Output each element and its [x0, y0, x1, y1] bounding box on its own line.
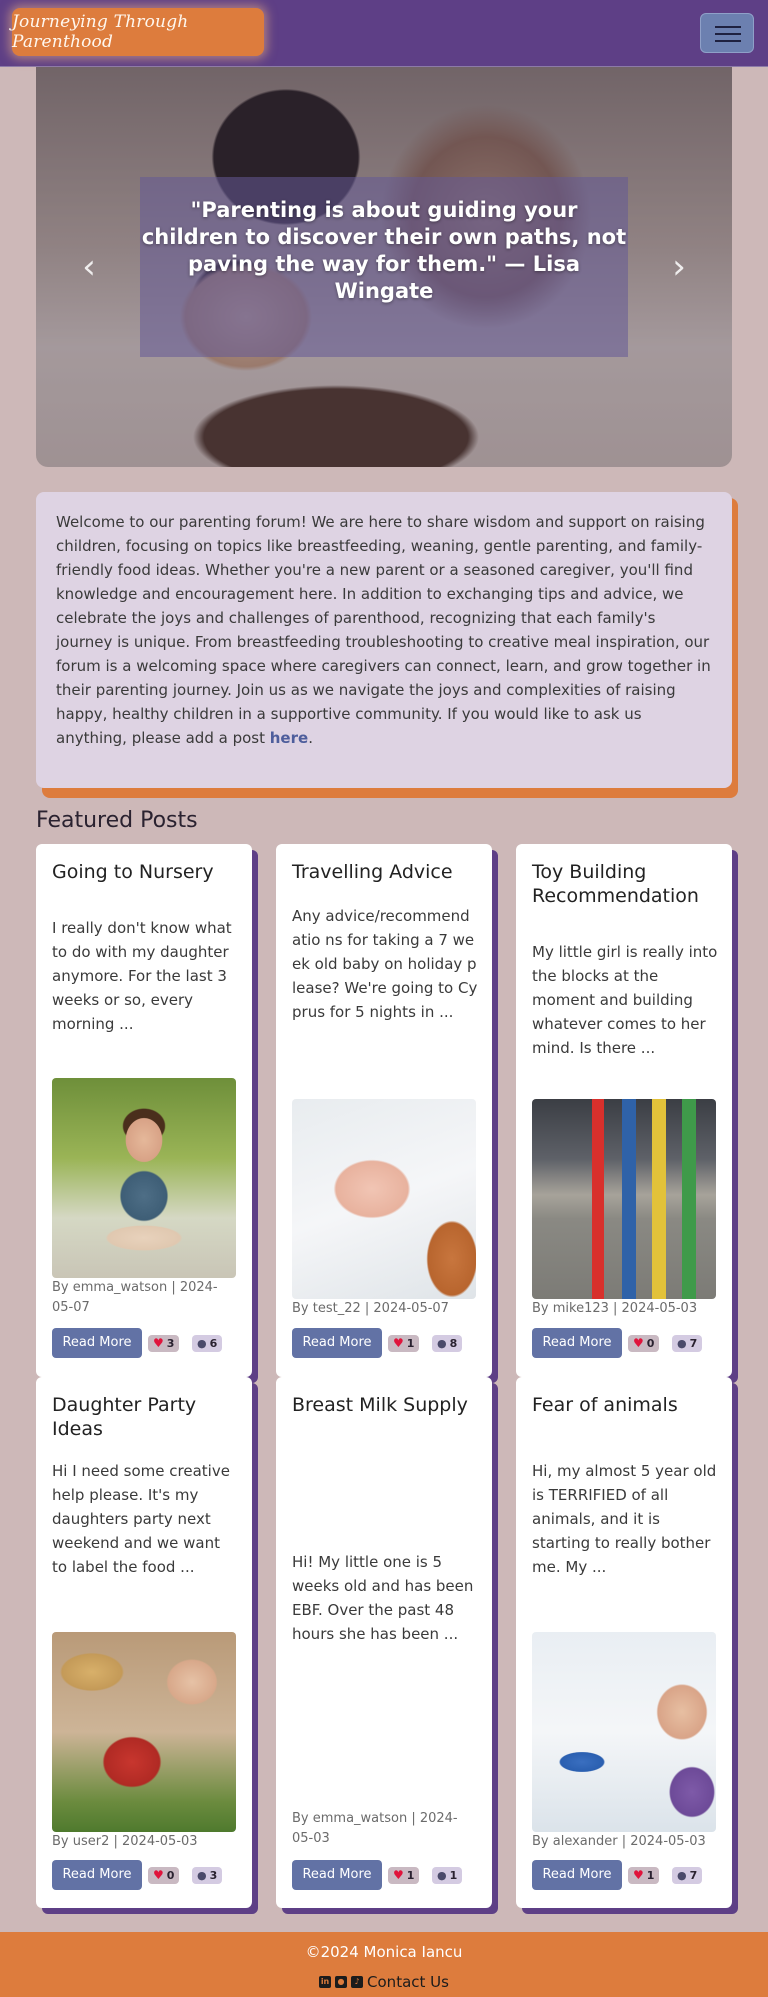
comment-icon: ●	[197, 1337, 207, 1350]
read-more-button[interactable]: Read More	[292, 1328, 382, 1358]
post-title[interactable]: Travelling Advice	[292, 860, 478, 884]
heart-icon: ♥	[393, 1868, 404, 1882]
post-meta: By test_22 | 2024-05-07	[292, 1301, 449, 1316]
add-post-link[interactable]: here	[270, 729, 308, 747]
brand-logo[interactable]: Journeying Through Parenthood	[12, 8, 264, 56]
post-meta: By mike123 | 2024-05-03	[532, 1301, 698, 1316]
welcome-box: Welcome to our parenting forum! We are h…	[36, 492, 732, 788]
likes-badge[interactable]: ♥ 1	[388, 1867, 420, 1884]
post-meta: By emma_watson | 2024-05-07	[52, 1280, 218, 1315]
post-image	[292, 1099, 476, 1299]
heart-icon: ♥	[153, 1336, 164, 1350]
post-meta: By user2 | 2024-05-03	[52, 1834, 198, 1849]
comments-badge[interactable]: ● 3	[192, 1867, 223, 1884]
comment-icon: ●	[677, 1337, 687, 1350]
welcome-end: .	[308, 729, 313, 747]
post-card: Toy Building Recommendation My little gi…	[516, 844, 732, 1377]
post-excerpt: I really don't know what to do with my d…	[52, 919, 232, 1033]
comments-badge[interactable]: ● 8	[432, 1335, 463, 1352]
post-title[interactable]: Breast Milk Supply	[292, 1393, 478, 1417]
post-title[interactable]: Daughter Party Ideas	[52, 1393, 238, 1441]
heart-icon: ♥	[633, 1868, 644, 1882]
footer-links: in ● ♪ Contact Us	[0, 1972, 768, 1992]
post-title[interactable]: Going to Nursery	[52, 860, 238, 884]
likes-badge[interactable]: ♥ 3	[148, 1335, 180, 1352]
chevron-right-icon[interactable]: ›	[664, 247, 694, 287]
post-excerpt: Any advice/recommendatio ns for taking a…	[292, 907, 478, 1021]
post-card: Daughter Party Ideas Hi I need some crea…	[36, 1377, 252, 1908]
read-more-button[interactable]: Read More	[52, 1328, 142, 1358]
likes-badge[interactable]: ♥ 0	[628, 1335, 660, 1352]
post-title[interactable]: Toy Building Recommendation	[532, 860, 718, 908]
post-image	[52, 1078, 236, 1278]
post-excerpt: My little girl is really into the blocks…	[532, 943, 718, 1057]
read-more-button[interactable]: Read More	[532, 1328, 622, 1358]
copyright: ©2024 Monica Iancu	[305, 1943, 463, 1961]
likes-badge[interactable]: ♥ 1	[388, 1335, 420, 1352]
comments-badge[interactable]: ● 1	[432, 1867, 463, 1884]
likes-badge[interactable]: ♥ 1	[628, 1867, 660, 1884]
navbar: Journeying Through Parenthood	[0, 0, 768, 67]
linkedin-icon[interactable]: in	[319, 1976, 332, 1988]
hero-quote: "Parenting is about guiding your childre…	[141, 198, 627, 303]
read-more-button[interactable]: Read More	[292, 1860, 382, 1890]
comments-badge[interactable]: ● 7	[672, 1867, 703, 1884]
comment-icon: ●	[677, 1869, 687, 1882]
post-card: Breast Milk Supply Hi! My little one is …	[276, 1377, 492, 1908]
comment-icon: ●	[197, 1869, 207, 1882]
comments-badge[interactable]: ● 6	[192, 1335, 223, 1352]
post-meta: By alexander | 2024-05-03	[532, 1834, 706, 1849]
read-more-button[interactable]: Read More	[532, 1860, 622, 1890]
post-title[interactable]: Fear of animals	[532, 1393, 718, 1417]
post-meta: By emma_watson | 2024-05-03	[292, 1811, 458, 1846]
footer: ©2024 Monica Iancu in ● ♪ Contact Us	[0, 1932, 768, 1997]
post-image	[532, 1099, 716, 1299]
comment-icon: ●	[437, 1337, 447, 1350]
post-image	[532, 1632, 716, 1832]
contact-us-link[interactable]: Contact Us	[367, 1972, 449, 1992]
heart-icon: ♥	[633, 1336, 644, 1350]
hero-caption: "Parenting is about guiding your childre…	[140, 177, 628, 357]
comment-icon: ●	[437, 1869, 447, 1882]
likes-badge[interactable]: ♥ 0	[148, 1867, 180, 1884]
post-excerpt: Hi, my almost 5 year old is TERRIFIED of…	[532, 1462, 717, 1576]
tiktok-icon[interactable]: ♪	[351, 1976, 364, 1988]
chevron-left-icon[interactable]: ‹	[74, 247, 104, 287]
github-icon[interactable]: ●	[335, 1976, 348, 1988]
post-card: Fear of animals Hi, my almost 5 year old…	[516, 1377, 732, 1908]
heart-icon: ♥	[153, 1868, 164, 1882]
featured-posts-heading: Featured Posts	[36, 808, 198, 833]
post-card: Going to Nursery I really don't know wha…	[36, 844, 252, 1377]
hero-carousel: "Parenting is about guiding your childre…	[36, 67, 732, 467]
post-card: Travelling Advice Any advice/recommendat…	[276, 844, 492, 1377]
read-more-button[interactable]: Read More	[52, 1860, 142, 1890]
post-excerpt: Hi I need some creative help please. It'…	[52, 1462, 230, 1576]
hamburger-menu-icon	[715, 26, 741, 28]
comments-badge[interactable]: ● 7	[672, 1335, 703, 1352]
navbar-toggler-button[interactable]	[700, 13, 754, 53]
welcome-text: Welcome to our parenting forum! We are h…	[56, 513, 711, 747]
post-image	[52, 1632, 236, 1832]
heart-icon: ♥	[393, 1336, 404, 1350]
post-excerpt: Hi! My little one is 5 weeks old and has…	[292, 1553, 474, 1643]
